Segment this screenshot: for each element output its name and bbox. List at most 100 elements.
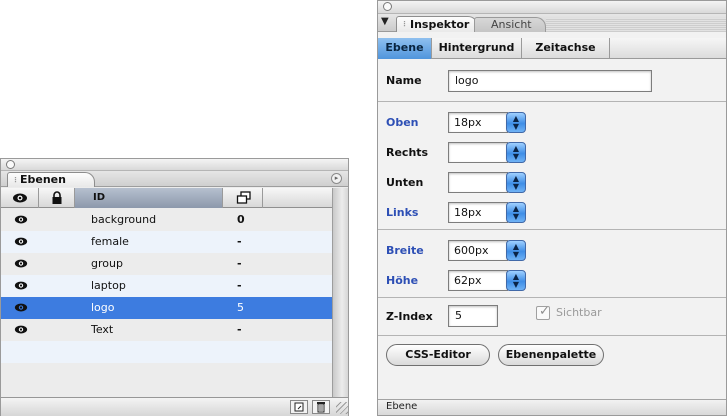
tab-ansicht[interactable]: Ansicht	[474, 17, 546, 32]
resize-grip-icon[interactable]	[336, 402, 348, 414]
checkmark-icon: ✓	[539, 304, 550, 319]
eye-icon[interactable]	[14, 324, 28, 335]
sichtbar-label: Sichtbar	[556, 306, 602, 319]
stepper-arrows-icon[interactable]: ▲ ▼	[506, 112, 526, 133]
stepper-arrows-icon[interactable]: ▲ ▼	[506, 202, 526, 223]
eye-icon[interactable]	[14, 280, 28, 291]
table-row-selected[interactable]: logo 5	[1, 297, 333, 319]
stack-icon	[236, 191, 251, 204]
filler-column-header	[263, 188, 333, 208]
trash-icon	[317, 402, 325, 413]
grip-icon: ⋮	[12, 176, 19, 184]
panel-menu-icon[interactable]: ▸	[331, 173, 342, 184]
hoehe-combo[interactable]: 62px ▲ ▼	[448, 270, 526, 291]
layer-id: female	[91, 235, 129, 248]
id-column-label: ID	[93, 192, 106, 203]
eye-icon[interactable]	[14, 302, 28, 313]
segment-ebene[interactable]: Ebene	[378, 38, 432, 59]
oben-input[interactable]: 18px	[448, 112, 508, 133]
breite-label: Breite	[386, 244, 424, 257]
links-input[interactable]: 18px	[448, 202, 508, 223]
layer-id: logo	[91, 301, 115, 314]
tab-row-stripes	[546, 18, 726, 32]
segment-zeitachse[interactable]: Zeitachse	[522, 38, 610, 59]
hoehe-label: Höhe	[386, 274, 419, 287]
table-row[interactable]: laptop -	[1, 275, 333, 297]
layers-list: background 0 female - group - laptop - l…	[1, 209, 333, 385]
rechts-input[interactable]	[448, 142, 508, 163]
lock-column-header[interactable]	[39, 188, 75, 208]
layers-titlebar[interactable]	[1, 159, 348, 171]
new-layer-button[interactable]	[290, 400, 308, 414]
tab-inspektor[interactable]: ⋮ Inspektor	[396, 16, 478, 32]
rechts-label: Rechts	[386, 146, 429, 159]
eye-icon[interactable]	[14, 258, 28, 269]
id-column-header[interactable]: ID	[75, 188, 223, 208]
vertical-scrollbar[interactable]	[332, 188, 348, 398]
stepper-arrows-icon[interactable]: ▲ ▼	[506, 270, 526, 291]
stepper-arrows-icon[interactable]: ▲ ▼	[506, 172, 526, 193]
zindex-section: Z-Index 5 ✓ Sichtbar	[378, 298, 726, 336]
close-circle-icon[interactable]	[383, 2, 392, 11]
zindex-column-header[interactable]	[223, 188, 263, 208]
inspector-tab-row: ▼ ⋮ Inspektor Ansicht	[378, 14, 726, 32]
unten-combo[interactable]: ▲ ▼	[448, 172, 526, 193]
layer-zindex: -	[237, 279, 242, 292]
name-input[interactable]: logo	[448, 70, 652, 92]
layer-zindex: 5	[237, 301, 244, 314]
eye-icon[interactable]	[14, 214, 28, 225]
stepper-arrows-icon[interactable]: ▲ ▼	[506, 142, 526, 163]
new-layer-icon	[294, 402, 304, 412]
tab-ebenen-label: Ebenen	[20, 173, 66, 186]
layers-tab-row: ⋮ Ebenen ▸	[1, 171, 348, 187]
oben-label: Oben	[386, 116, 419, 129]
links-combo[interactable]: 18px ▲ ▼	[448, 202, 526, 223]
sichtbar-checkbox[interactable]: ✓	[536, 304, 550, 320]
zindex-label: Z-Index	[386, 310, 433, 323]
footer-label: Ebene	[386, 401, 418, 412]
layer-id: laptop	[91, 279, 126, 292]
layer-id: Text	[91, 323, 114, 336]
rechts-combo[interactable]: ▲ ▼	[448, 142, 526, 163]
eye-icon	[13, 193, 27, 203]
collapse-triangle-icon[interactable]: ▼	[381, 16, 389, 27]
unten-input[interactable]	[448, 172, 508, 193]
layer-id: background	[91, 213, 157, 226]
size-section: Breite 600px ▲ ▼ Höhe 62px ▲ ▼	[378, 230, 726, 298]
eye-icon[interactable]	[14, 236, 28, 247]
table-row[interactable]: background 0	[1, 209, 333, 231]
delete-layer-button[interactable]	[312, 400, 330, 414]
name-section: Name logo	[378, 60, 726, 102]
inspector-titlebar[interactable]	[378, 1, 726, 14]
tab-inspektor-label: Inspektor	[410, 18, 470, 31]
zindex-input[interactable]: 5	[448, 305, 498, 327]
breite-combo[interactable]: 600px ▲ ▼	[448, 240, 526, 261]
table-row[interactable]: group -	[1, 253, 333, 275]
inspector-panel: ▼ ⋮ Inspektor Ansicht Ebene Hintergrund …	[377, 0, 727, 416]
hoehe-input[interactable]: 62px	[448, 270, 508, 291]
ebenenpalette-button[interactable]: Ebenenpalette	[498, 344, 604, 366]
layers-panel: ⋮ Ebenen ▸ ID background 0 female - grou…	[0, 158, 349, 416]
layers-bottom-bar	[1, 397, 348, 416]
layers-column-header: ID	[1, 188, 333, 208]
visibility-column-header[interactable]	[1, 188, 39, 208]
unten-label: Unten	[386, 176, 424, 189]
stepper-arrows-icon[interactable]: ▲ ▼	[506, 240, 526, 261]
close-circle-icon[interactable]	[6, 160, 15, 169]
layer-id: group	[91, 257, 123, 270]
empty-row	[1, 341, 333, 363]
layer-zindex: -	[237, 235, 242, 248]
empty-row	[1, 363, 333, 385]
links-label: Links	[386, 206, 419, 219]
position-section: Oben 18px ▲ ▼ Rechts ▲ ▼ Unten ▲ ▼ Links 18…	[378, 102, 726, 230]
layer-zindex: -	[237, 323, 242, 336]
segment-hintergrund[interactable]: Hintergrund	[432, 38, 522, 59]
breite-input[interactable]: 600px	[448, 240, 508, 261]
grip-icon: ⋮	[401, 20, 408, 28]
tab-ebenen[interactable]: ⋮ Ebenen	[7, 172, 95, 187]
table-row[interactable]: Text -	[1, 319, 333, 341]
oben-combo[interactable]: 18px ▲ ▼	[448, 112, 526, 133]
table-row[interactable]: female -	[1, 231, 333, 253]
lock-icon	[52, 191, 62, 204]
css-editor-button[interactable]: CSS-Editor	[386, 344, 490, 366]
